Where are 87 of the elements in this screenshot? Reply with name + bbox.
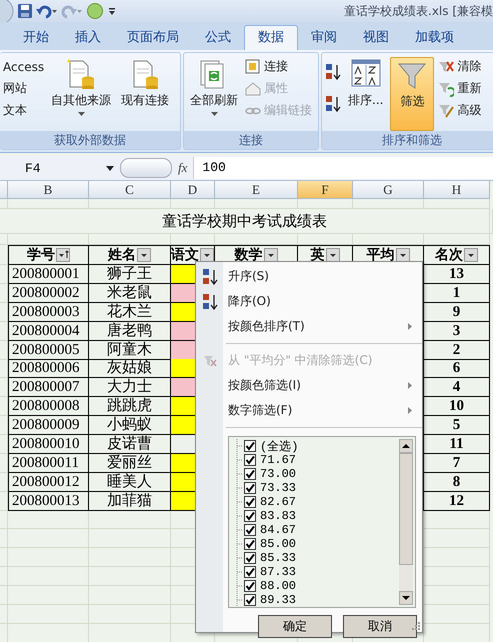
column-header[interactable]: B (8, 181, 89, 199)
value-label: 85.00 (260, 537, 296, 551)
table-cell: 9 (424, 302, 490, 322)
menu-item[interactable]: 数字筛选(F) (196, 398, 422, 423)
table-cell: 10 (424, 397, 490, 416)
column-header[interactable]: G (353, 181, 424, 199)
ribbon-button[interactable]: 现有连接 (118, 57, 172, 131)
value-label: 85.33 (260, 551, 296, 565)
table-cell: 200800004 (8, 322, 89, 341)
column-header[interactable]: F (298, 181, 353, 199)
column-heading: 平均 (366, 246, 394, 264)
value-label: 83.83 (260, 509, 296, 523)
table-cell: 5 (424, 416, 490, 436)
value-label: 88.00 (260, 579, 296, 593)
ribbon-tab[interactable]: 插入 (62, 26, 114, 50)
table-cell: 13 (424, 265, 490, 284)
value-label: 71.67 (260, 453, 296, 467)
table-cell: 200800003 (8, 302, 89, 322)
column-heading: 英 (310, 246, 324, 264)
ribbon-tab[interactable]: 开始 (10, 26, 62, 50)
table-cell: 4 (424, 378, 490, 398)
sheet-title: 童话学校期中考试成绩表 (0, 209, 490, 234)
ribbon-tab[interactable]: 公式 (192, 26, 244, 50)
ribbon-button[interactable]: 筛选 (390, 57, 434, 131)
table-cell: 200800007 (8, 378, 89, 398)
value-label: (全选) (260, 438, 298, 454)
table-cell: 200800008 (8, 397, 89, 416)
name-box[interactable]: F4 (0, 160, 100, 176)
column-heading: 语文 (171, 246, 199, 264)
ribbon-tab[interactable]: 数据 (244, 25, 298, 50)
table-cell: 200800005 (8, 340, 89, 360)
menu-item[interactable]: 升序(S) (196, 264, 422, 289)
ribbon-button[interactable]: 高级 (438, 101, 482, 120)
menu-item[interactable]: 按颜色筛选(I) (196, 373, 422, 398)
menu-item[interactable]: 按颜色排序(T) (196, 314, 422, 339)
column-header[interactable]: C (89, 181, 171, 199)
table-cell: 200800011 (8, 454, 89, 473)
ribbon-button[interactable]: 自其他来源 (48, 57, 114, 131)
ribbon-tab[interactable]: 页面布局 (114, 26, 192, 50)
value-label: 82.67 (260, 495, 296, 509)
formula-field[interactable]: 100 (193, 157, 493, 179)
table-cell: 200800009 (8, 416, 89, 436)
column-header[interactable]: D (171, 181, 215, 199)
table-cell: 6 (424, 359, 490, 378)
table-cell: 200800002 (8, 284, 89, 303)
column-heading: 学号 (27, 246, 55, 264)
ribbon-tab[interactable]: 视图 (350, 26, 402, 50)
ribbon-button[interactable]: 连接 (245, 57, 312, 76)
column-heading: 名次 (435, 246, 463, 264)
ribbon-button[interactable]: 清除 (438, 57, 482, 76)
ribbon-button[interactable]: 网站 (3, 79, 44, 98)
table-cell: 200800006 (8, 359, 89, 378)
value-label: 89.33 (260, 593, 296, 607)
value-label: 87.33 (260, 565, 296, 579)
insert-function-button[interactable]: fx (178, 160, 188, 176)
table-cell: 8 (424, 472, 490, 492)
dialog-button[interactable]: 确定 (258, 615, 332, 638)
table-cell: 200800010 (8, 435, 89, 454)
window-title: 童话学校成绩表.xls [兼容模 (344, 2, 493, 20)
table-cell: 200800012 (8, 472, 89, 492)
value-label: 73.33 (260, 481, 296, 495)
table-cell: 1 (424, 284, 490, 303)
ribbon-button[interactable]: 全部刷新 (187, 57, 241, 131)
ribbon-button[interactable]: 排序... (345, 57, 386, 131)
ribbon-button[interactable]: Access (3, 57, 44, 76)
table-cell: 2 (424, 340, 490, 360)
ribbon-tab[interactable]: 加载项 (402, 26, 467, 50)
table-cell: 12 (424, 492, 490, 511)
ribbon-tab[interactable]: 审阅 (298, 26, 350, 50)
ribbon-button[interactable]: 重新 (438, 79, 482, 98)
column-header[interactable]: E (215, 181, 298, 199)
menu-item[interactable]: 降序(O) (196, 289, 422, 314)
column-heading: 数学 (234, 246, 262, 264)
column-heading: 姓名 (108, 246, 136, 264)
table-cell: 200800001 (8, 265, 89, 284)
ribbon-button[interactable]: 文本 (3, 101, 44, 120)
group-label: 排序和筛选 (322, 131, 493, 149)
table-cell: 3 (424, 322, 490, 341)
table-cell: 7 (424, 454, 490, 473)
dialog-button[interactable]: 取消 (343, 615, 417, 638)
value-label: 73.00 (260, 467, 296, 481)
value-label: 84.67 (260, 523, 296, 537)
column-header[interactable]: H (424, 181, 490, 199)
table-cell: 11 (424, 435, 490, 454)
table-cell: 200800013 (8, 492, 89, 511)
group-label: 获取外部数据 (0, 131, 180, 149)
group-label: 连接 (184, 131, 318, 149)
